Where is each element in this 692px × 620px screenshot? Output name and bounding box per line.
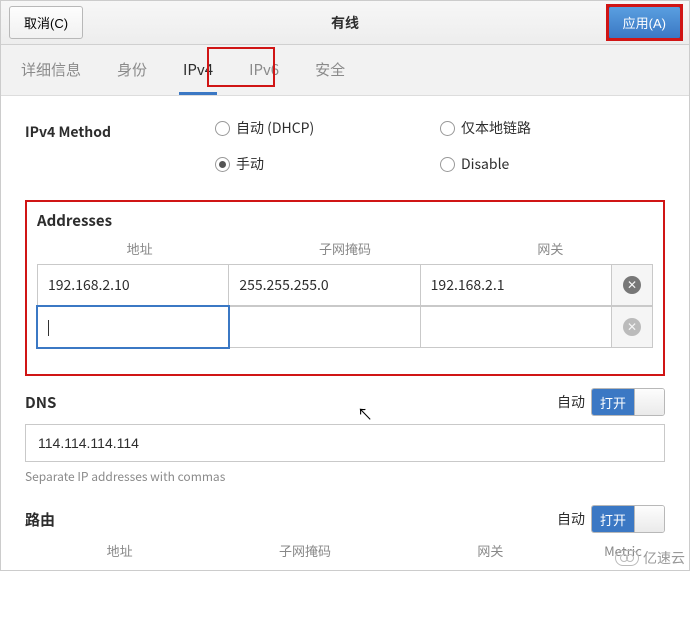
col-header-gateway: 网关 <box>448 239 653 258</box>
dns-auto-toggle[interactable]: 打开 <box>591 388 665 416</box>
dns-title: DNS <box>25 392 557 413</box>
radio-disable[interactable]: Disable <box>440 154 665 174</box>
tab-ipv6[interactable]: IPv6 <box>245 45 283 95</box>
titlebar: 取消(C) 有线 应用(A) <box>1 1 689 45</box>
netmask-input[interactable]: 255.255.255.0 <box>228 264 420 306</box>
col-header-metric: Metric <box>583 541 663 560</box>
dns-auto-label: 自动 <box>557 392 585 412</box>
radio-auto-dhcp[interactable]: 自动 (DHCP) <box>215 118 440 138</box>
col-header-gateway: 网关 <box>398 541 583 560</box>
gateway-input[interactable] <box>420 306 612 348</box>
toggle-knob <box>634 389 664 415</box>
address-input[interactable] <box>37 306 229 348</box>
window-title: 有线 <box>1 13 689 33</box>
toggle-on-label: 打开 <box>592 506 634 532</box>
addresses-title: Addresses <box>37 210 653 231</box>
col-header-netmask: 子网掩码 <box>212 541 397 560</box>
tab-security[interactable]: 安全 <box>311 45 349 95</box>
delete-row-button[interactable]: ✕ <box>611 264 653 306</box>
radio-icon <box>215 157 230 172</box>
netmask-input[interactable] <box>228 306 420 348</box>
cancel-button[interactable]: 取消(C) <box>9 6 83 39</box>
close-icon: ✕ <box>623 276 641 294</box>
radio-icon <box>215 121 230 136</box>
toggle-on-label: 打开 <box>592 389 634 415</box>
radio-link-local[interactable]: 仅本地链路 <box>440 118 665 138</box>
radio-label: 自动 (DHCP) <box>236 118 314 138</box>
col-header-address: 地址 <box>37 239 242 258</box>
radio-label: 手动 <box>236 154 264 174</box>
address-row: ✕ <box>37 306 653 348</box>
ipv4-method-label: IPv4 Method <box>25 118 215 142</box>
delete-row-button[interactable]: ✕ <box>611 306 653 348</box>
tab-details[interactable]: 详细信息 <box>17 45 85 95</box>
routes-title: 路由 <box>25 509 557 530</box>
radio-label: 仅本地链路 <box>461 118 531 138</box>
radio-icon <box>440 121 455 136</box>
address-input[interactable]: 192.168.2.10 <box>37 264 229 306</box>
dns-hint: Separate IP addresses with commas <box>25 468 665 485</box>
toggle-knob <box>634 506 664 532</box>
tab-bar: 详细信息 身份 IPv4 IPv6 安全 <box>1 45 689 96</box>
apply-button[interactable]: 应用(A) <box>608 6 681 39</box>
addresses-section: Addresses 地址 子网掩码 网关 192.168.2.10 255.25… <box>25 200 665 376</box>
address-row: 192.168.2.10 255.255.255.0 192.168.2.1 ✕ <box>37 264 653 306</box>
close-icon: ✕ <box>623 318 641 336</box>
dns-input[interactable] <box>25 424 665 462</box>
col-header-netmask: 子网掩码 <box>242 239 447 258</box>
tab-ipv4[interactable]: IPv4 <box>179 45 217 95</box>
gateway-input[interactable]: 192.168.2.1 <box>420 264 612 306</box>
radio-icon <box>440 157 455 172</box>
routes-auto-label: 自动 <box>557 509 585 529</box>
routes-auto-toggle[interactable]: 打开 <box>591 505 665 533</box>
tab-identity[interactable]: 身份 <box>113 45 151 95</box>
radio-label: Disable <box>461 154 509 174</box>
col-header-address: 地址 <box>27 541 212 560</box>
radio-manual[interactable]: 手动 <box>215 154 440 174</box>
